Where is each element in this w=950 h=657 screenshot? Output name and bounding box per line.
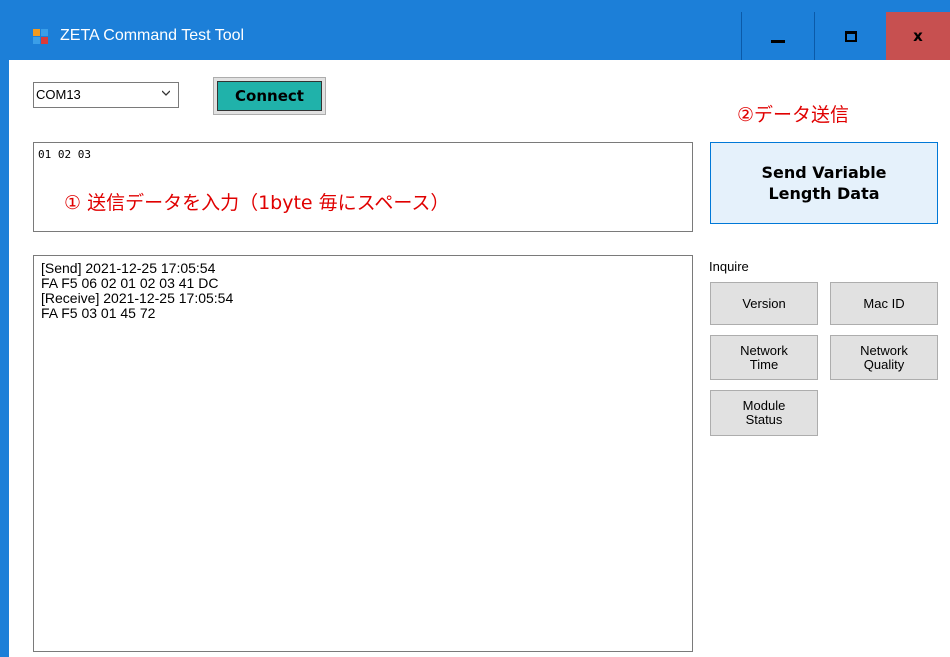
send-annotation: ②データ送信	[737, 104, 850, 126]
module-status-line2: Status	[745, 412, 783, 427]
close-icon: x	[913, 27, 923, 45]
chevron-down-icon	[162, 90, 170, 96]
send-data-value: 01 02 03	[38, 148, 91, 161]
log-line: [Send] 2021-12-25 17:05:54	[41, 260, 216, 276]
module-status-line1: Module	[742, 398, 786, 413]
inquire-label: Inquire	[709, 259, 749, 274]
mac-id-button[interactable]: Mac ID	[830, 282, 938, 325]
mac-id-button-label: Mac ID	[863, 295, 905, 311]
port-select-value: COM13	[36, 87, 81, 102]
window-title: ZETA Command Test Tool	[60, 27, 245, 44]
network-time-line2: Time	[749, 356, 779, 372]
send-variable-length-data-button[interactable]: Send Variable Length Data	[710, 142, 938, 224]
app-icon	[33, 29, 49, 44]
window-border	[0, 60, 9, 657]
title-bar[interactable]: ZETA Command Test Tool x	[0, 0, 950, 60]
connect-button-label: Connect	[217, 81, 322, 111]
maximize-button[interactable]	[814, 12, 887, 60]
connect-button[interactable]: Connect	[213, 77, 326, 115]
module-status-button[interactable]: Module Status	[710, 390, 818, 436]
network-time-button[interactable]: Network Time	[710, 335, 818, 380]
network-quality-button[interactable]: Network Quality	[830, 335, 938, 380]
minimize-button[interactable]	[741, 12, 814, 60]
minimize-icon	[771, 39, 785, 43]
maximize-icon	[845, 30, 857, 42]
log-line: [Receive] 2021-12-25 17:05:54	[41, 290, 234, 306]
close-button[interactable]: x	[886, 12, 950, 60]
network-quality-line1: Network	[860, 342, 908, 358]
version-button[interactable]: Version	[710, 282, 818, 325]
input-annotation: ① 送信データを入力（1byte 毎にスペース）	[64, 192, 450, 214]
log-line: FA F5 06 02 01 02 03 41 DC	[41, 275, 219, 291]
port-select[interactable]: COM13	[33, 82, 179, 108]
send-button-line1: Send Variable	[761, 163, 887, 182]
log-textarea[interactable]: [Send] 2021-12-25 17:05:54 FA F5 06 02 0…	[33, 255, 693, 652]
network-time-line1: Network	[740, 342, 788, 358]
log-line: FA F5 03 01 45 72	[41, 305, 156, 321]
send-data-input[interactable]: 01 02 03 ① 送信データを入力（1byte 毎にスペース）	[33, 142, 693, 232]
network-quality-line2: Quality	[863, 356, 905, 372]
send-button-line2: Length Data	[768, 184, 880, 203]
version-button-label: Version	[742, 295, 786, 311]
